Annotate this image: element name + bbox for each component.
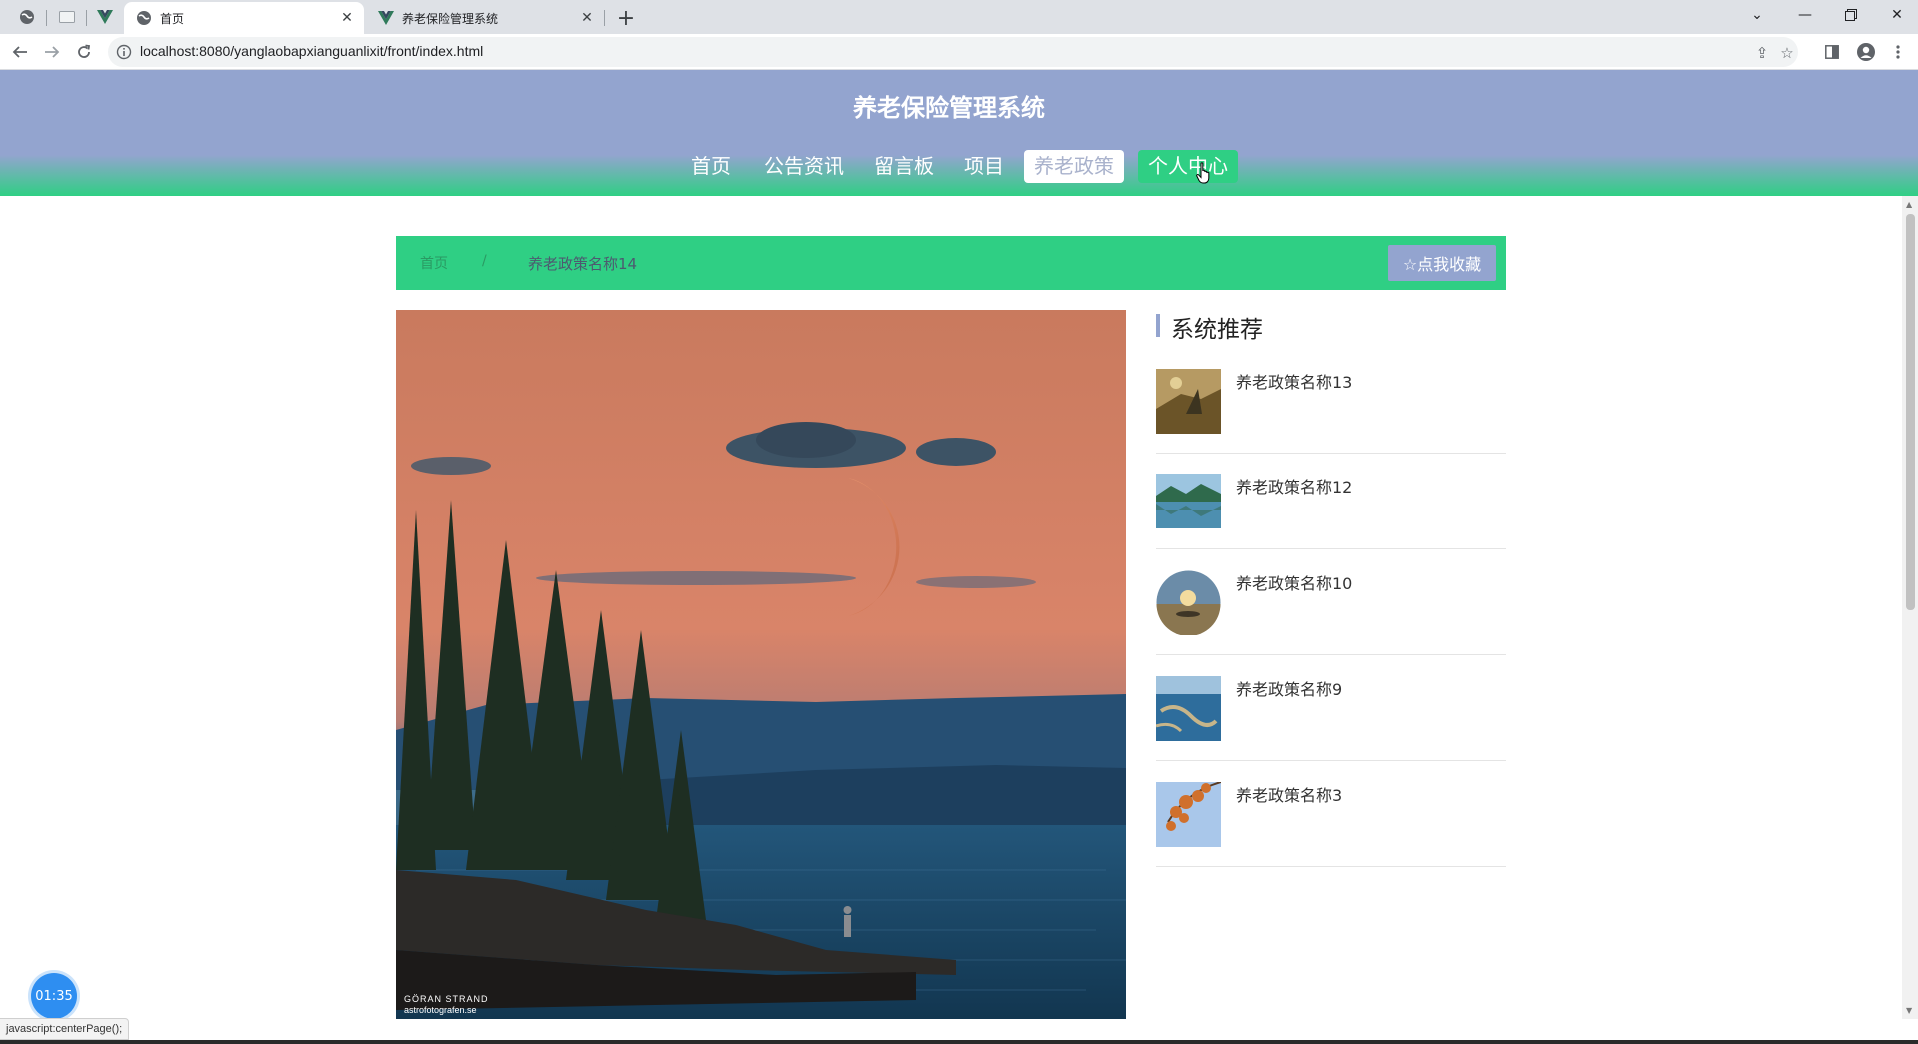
close-window-button[interactable]: ✕ bbox=[1874, 0, 1918, 30]
main-nav: 首页 公告资讯 留言板 项目 养老政策 个人中心 bbox=[0, 150, 1918, 184]
back-arrow-icon bbox=[12, 46, 27, 58]
nav-home[interactable]: 首页 bbox=[681, 150, 741, 183]
breadcrumb-current: 养老政策名称14 bbox=[528, 255, 638, 273]
breadcrumb-separator: / bbox=[482, 253, 487, 269]
back-button[interactable] bbox=[6, 38, 34, 66]
nav-projects[interactable]: 项目 bbox=[954, 150, 1014, 183]
photo-credit-site: astrofotografen.se bbox=[404, 1005, 477, 1015]
scroll-down-arrow-icon[interactable]: ▼ bbox=[1906, 1006, 1912, 1015]
browser-toolbar: localhost:8080/yanglaobapxianguanlixit/f… bbox=[0, 34, 1918, 70]
recommend-item-title[interactable]: 养老政策名称3 bbox=[1236, 782, 1342, 806]
reload-button[interactable] bbox=[70, 38, 98, 66]
close-tab-icon[interactable]: ✕ bbox=[338, 9, 356, 27]
side-panel-button[interactable] bbox=[1818, 38, 1846, 66]
forward-arrow-icon bbox=[45, 46, 60, 58]
recommend-thumbnail[interactable] bbox=[1156, 782, 1221, 847]
blank-page-icon bbox=[59, 11, 75, 23]
recommend-item[interactable]: 养老政策名称3 bbox=[1156, 761, 1506, 867]
site-info-icon[interactable] bbox=[116, 44, 132, 60]
globe-icon bbox=[20, 10, 34, 24]
minimize-button[interactable]: — bbox=[1782, 0, 1828, 30]
url-text: localhost:8080/yanglaobapxianguanlixit/f… bbox=[140, 43, 484, 59]
recommend-item-title[interactable]: 养老政策名称13 bbox=[1236, 369, 1352, 393]
tab-system[interactable]: 养老保险管理系统 ✕ bbox=[366, 2, 604, 34]
breadcrumb-home-link[interactable]: 首页 bbox=[420, 253, 448, 273]
page-scrollbar[interactable]: ▲ ▼ bbox=[1902, 196, 1918, 1019]
address-bar[interactable]: localhost:8080/yanglaobapxianguanlixit/f… bbox=[108, 37, 1798, 67]
site-header: 养老保险管理系统 首页 公告资讯 留言板 项目 养老政策 个人中心 bbox=[0, 70, 1918, 196]
recommend-item[interactable]: 养老政策名称13 bbox=[1156, 360, 1506, 454]
scroll-up-arrow-icon[interactable]: ▲ bbox=[1906, 200, 1912, 209]
bookmark-star-icon[interactable]: ☆ bbox=[1778, 44, 1796, 62]
tab-title: 养老保险管理系统 bbox=[402, 11, 499, 26]
profile-button[interactable] bbox=[1852, 38, 1880, 66]
pinned-tab-blank[interactable] bbox=[48, 4, 86, 30]
scrollbar-thumb[interactable] bbox=[1906, 214, 1915, 610]
share-icon[interactable]: ⇪ bbox=[1753, 44, 1771, 62]
vue-logo-icon bbox=[378, 10, 394, 26]
nav-personal-center[interactable]: 个人中心 bbox=[1138, 150, 1238, 183]
close-tab-icon[interactable]: ✕ bbox=[578, 9, 596, 27]
section-accent-bar bbox=[1156, 314, 1160, 337]
screen: 首页 ✕ 养老保险管理系统 ✕ + ⌄ — ✕ localhost:8080/y… bbox=[0, 0, 1918, 1044]
recommend-item-title[interactable]: 养老政策名称10 bbox=[1236, 570, 1352, 594]
nav-announcements[interactable]: 公告资讯 bbox=[754, 150, 854, 183]
photo-credit-name: GÖRAN STRAND bbox=[404, 994, 489, 1004]
new-tab-button[interactable]: + bbox=[612, 4, 640, 32]
nav-message-board[interactable]: 留言板 bbox=[864, 150, 944, 183]
profile-avatar-icon bbox=[1857, 43, 1875, 61]
site-title: 养老保险管理系统 bbox=[853, 94, 1045, 122]
recommend-item-title[interactable]: 养老政策名称12 bbox=[1236, 474, 1352, 498]
nav-pension-policy[interactable]: 养老政策 bbox=[1024, 150, 1124, 183]
recommend-thumbnail[interactable] bbox=[1156, 570, 1221, 635]
recommend-item[interactable]: 养老政策名称12 bbox=[1156, 454, 1506, 549]
reload-icon bbox=[78, 44, 91, 58]
recommend-thumbnail[interactable] bbox=[1156, 474, 1221, 528]
recommend-thumbnail[interactable] bbox=[1156, 676, 1221, 741]
restore-icon bbox=[1845, 9, 1857, 21]
recommend-title: 系统推荐 bbox=[1171, 317, 1263, 343]
side-panel-icon bbox=[1825, 45, 1839, 59]
browser-tab-strip: 首页 ✕ 养老保险管理系统 ✕ + ⌄ — ✕ bbox=[0, 0, 1918, 34]
globe-icon bbox=[136, 10, 152, 26]
tab-title: 首页 bbox=[160, 11, 185, 26]
window-bottom-edge bbox=[0, 1040, 1918, 1044]
tab-search-icon[interactable]: ⌄ bbox=[1734, 0, 1780, 30]
breadcrumb: 首页 / 养老政策名称14 ☆点我收藏 bbox=[396, 236, 1506, 290]
browser-menu-button[interactable] bbox=[1884, 38, 1912, 66]
vue-logo-icon bbox=[97, 10, 113, 24]
recommend-thumbnail[interactable] bbox=[1156, 369, 1221, 434]
tab-separator bbox=[46, 10, 47, 26]
restore-button[interactable] bbox=[1828, 0, 1874, 30]
forward-button[interactable] bbox=[38, 38, 66, 66]
recommend-item[interactable]: 养老政策名称9 bbox=[1156, 655, 1506, 761]
favorite-button[interactable]: ☆点我收藏 bbox=[1388, 245, 1496, 281]
browser-status-bar: javascript:centerPage(); bbox=[0, 1018, 130, 1040]
policy-detail-image: GÖRAN STRAND astrofotografen.se bbox=[396, 310, 1126, 1019]
pinned-tab-vue[interactable] bbox=[86, 4, 124, 30]
timer-badge[interactable]: 01:35 bbox=[31, 973, 77, 1019]
kebab-menu-icon bbox=[1896, 45, 1900, 59]
pinned-tab-globe[interactable] bbox=[8, 4, 46, 30]
hand-cursor-icon bbox=[1196, 162, 1210, 184]
recommend-item-title[interactable]: 养老政策名称9 bbox=[1236, 676, 1342, 700]
tab-separator bbox=[604, 10, 605, 26]
recommend-item[interactable]: 养老政策名称10 bbox=[1156, 549, 1506, 655]
tab-home[interactable]: 首页 ✕ bbox=[124, 2, 364, 34]
